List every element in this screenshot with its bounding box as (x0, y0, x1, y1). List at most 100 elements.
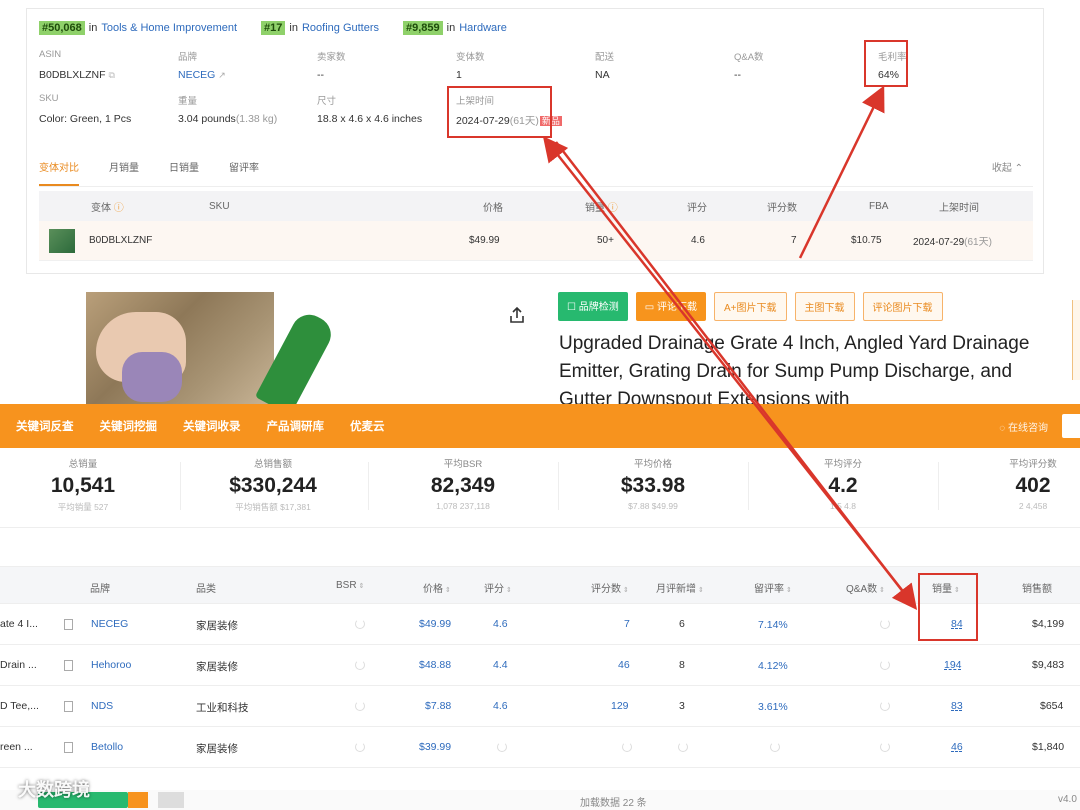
external-link-icon[interactable]: ↗ (218, 70, 226, 80)
tab-review-rate[interactable]: 留评率 (229, 159, 259, 186)
brand-link[interactable]: NECEG ↗ (178, 69, 317, 81)
th-category: 品类 (196, 584, 216, 595)
monthly-new: 6 (679, 618, 685, 630)
product-title[interactable]: Upgraded Drainage Grate 4 Inch, Angled Y… (559, 330, 1059, 404)
copy-icon[interactable]: ⧉ (108, 70, 114, 80)
stat-value: 402 (1015, 474, 1051, 497)
tab-variant-compare[interactable]: 变体对比 (39, 159, 79, 186)
loading-icon (880, 742, 890, 752)
category: 家居装修 (196, 743, 238, 755)
brand-check-button[interactable]: ☐ 品牌检测 (558, 292, 628, 321)
product-name[interactable]: ate 4 I... (0, 618, 38, 630)
size-label: 尺寸 (317, 96, 337, 107)
stat-avg-price: 平均价格 $33.98 $7.88 $49.99 (563, 456, 743, 511)
sales-link[interactable]: 83 (951, 700, 963, 712)
brand-link[interactable]: Hehoroo (91, 659, 131, 671)
us-flag-icon[interactable] (1062, 414, 1080, 438)
collapse-button[interactable]: 收起 ⌃ (992, 159, 1023, 174)
document-icon[interactable] (64, 742, 73, 753)
nav-keyword-mining[interactable]: 关键词挖掘 (100, 418, 158, 434)
th-qa[interactable]: Q&A数 ⇕ (846, 580, 885, 595)
review-download-button[interactable]: ▭ 评论下载 (635, 292, 706, 321)
nav-keyword-index[interactable]: 关键词收录 (183, 418, 241, 434)
pin-icon[interactable] (158, 792, 184, 808)
variant-sales: 50+ (597, 235, 614, 246)
revenue: $9,483 (1032, 659, 1065, 671)
document-icon[interactable] (64, 701, 73, 712)
product-image[interactable] (86, 292, 274, 404)
orange-footer-button[interactable] (128, 792, 148, 808)
th-bsr[interactable]: BSR ⇕ (336, 580, 364, 591)
rank-category-link[interactable]: Hardware (459, 22, 507, 34)
category: 工业和科技 (196, 702, 249, 714)
th-variant: 变体 ⓘ (91, 199, 124, 214)
main-image-download-button[interactable]: 主图下载 (794, 292, 855, 321)
th-rating-label: 评分 (484, 584, 504, 595)
variant-row[interactable]: B0DBLXLZNF $49.99 50+ 4.6 7 $10.75 2024-… (39, 221, 1033, 261)
sellers-value: -- (317, 69, 324, 81)
th-price-label: 价格 (423, 584, 443, 595)
th-monthly-new[interactable]: 月评新增 ⇕ (656, 580, 704, 595)
stat-label: 平均BSR (443, 459, 483, 470)
watermark: 大数跨境 (18, 780, 90, 800)
document-icon[interactable] (64, 660, 73, 671)
nav-youmaiyun[interactable]: 优麦云 (350, 418, 385, 434)
stat-avg-reviews: 平均评分数 402 2 4,458 (943, 456, 1080, 511)
table-row[interactable]: reen ... Betollo 家居装修 $39.99 46 $1,840 (0, 727, 1080, 768)
qa-value: -- (734, 69, 741, 81)
brand-link[interactable]: Betollo (91, 741, 123, 753)
nav-keyword-reverse[interactable]: 关键词反查 (16, 418, 74, 434)
summary-stats: 总销量 10,541 平均销量 527 总销售额 $330,244 平均销售额 … (0, 448, 1080, 528)
th-rating[interactable]: 评分 ⇕ (484, 580, 512, 595)
rank-category-link[interactable]: Roofing Gutters (302, 22, 379, 34)
sales-link[interactable]: 46 (951, 741, 963, 753)
th-monthly-new-label: 月评新增 (656, 584, 696, 595)
th-price[interactable]: 价格 ⇕ (423, 580, 451, 595)
product-name[interactable]: reen ... (0, 741, 33, 753)
variant-reviews: 7 (791, 235, 797, 246)
weight-cell: 重量 3.04 pounds(1.38 kg) (178, 93, 317, 128)
th-reviews[interactable]: 评分数 ⇕ (591, 580, 629, 595)
rank-item: #17 in Roofing Gutters (261, 21, 379, 35)
variant-thumbnail (49, 229, 75, 253)
table-row[interactable]: D Tee,... NDS 工业和科技 $7.88 4.6 129 3 3.61… (0, 686, 1080, 727)
price: $48.88 (419, 659, 452, 671)
product-name[interactable]: Drain ... (0, 659, 37, 671)
share-icon[interactable] (508, 306, 526, 324)
variants-label: 变体数 (456, 52, 485, 63)
rank-category-link[interactable]: Tools & Home Improvement (101, 22, 237, 34)
tab-daily-sales[interactable]: 日销量 (169, 159, 199, 186)
review-image-download-button[interactable]: 评论图片下载 (862, 292, 943, 321)
monthly-new: 8 (679, 659, 685, 671)
th-rating: 评分 (687, 202, 707, 214)
ship-value: NA (595, 69, 610, 81)
stat-value: 82,349 (430, 474, 496, 497)
table-row[interactable]: Drain ... Hehoroo 家居装修 $48.88 4.4 46 8 4… (0, 645, 1080, 686)
stat-avg-bsr: 平均BSR 82,349 1,078 237,118 (373, 456, 553, 511)
loading-icon (355, 701, 365, 711)
asin-cell: ASIN B0DBLXLZNF ⧉ (39, 49, 178, 81)
aplus-download-button[interactable]: A+图片下载 (713, 292, 787, 321)
price: $7.88 (425, 700, 452, 712)
brand-link[interactable]: NECEG (91, 618, 128, 630)
online-consult-link[interactable]: ◌ 在线咨询 (999, 419, 1048, 434)
table-footer: 加载数据 22 条 v4.0 (0, 790, 1080, 810)
nav-product-research[interactable]: 产品调研库 (267, 418, 325, 434)
sales-link[interactable]: 194 (944, 659, 962, 671)
glove-graphic (122, 352, 182, 402)
asin-value[interactable]: B0DBLXLZNF ⧉ (39, 69, 178, 81)
sellers-label: 卖家数 (317, 52, 346, 63)
category: 家居装修 (196, 620, 238, 632)
brand-link[interactable]: NDS (91, 700, 113, 712)
tab-monthly-sales[interactable]: 月销量 (109, 159, 139, 186)
tool-nav-bar: 关键词反查 关键词挖掘 关键词收录 产品调研库 优麦云 ◌ 在线咨询 (0, 404, 1080, 448)
th-review-rate[interactable]: 留评率 ⇕ (754, 580, 792, 595)
document-icon[interactable] (64, 619, 73, 630)
th-revenue: 销售额 (1022, 584, 1052, 595)
collapse-label: 收起 (991, 163, 1012, 174)
product-name[interactable]: D Tee,... (0, 700, 39, 712)
loaded-count: 加载数据 22 条 (580, 798, 647, 809)
divider (938, 462, 939, 510)
price: $39.99 (419, 741, 452, 753)
highlight-sales (918, 573, 978, 641)
